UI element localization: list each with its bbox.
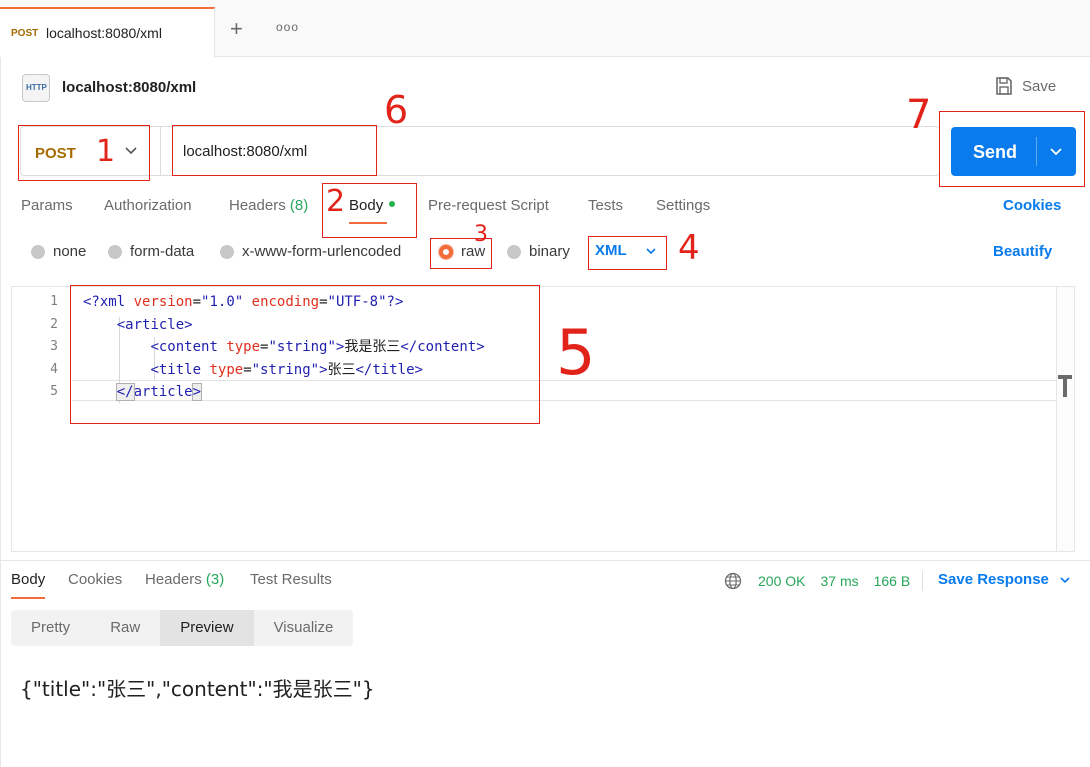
new-tab-icon[interactable]: + [230, 18, 243, 40]
line-number-gutter: 1 2 3 4 5 [12, 291, 58, 404]
editor-scrollbar[interactable] [1056, 287, 1074, 551]
status-separator [922, 571, 924, 591]
save-button[interactable]: Save [994, 76, 1056, 96]
radio-none-label: none [53, 243, 87, 260]
chevron-down-icon [1060, 576, 1070, 583]
beautify-link[interactable]: Beautify [993, 243, 1052, 260]
request-tab[interactable]: POST localhost:8080/xml [0, 7, 215, 58]
body-type-none[interactable]: none [31, 243, 86, 260]
view-mode-raw[interactable]: Raw [90, 610, 160, 646]
body-type-binary[interactable]: binary [507, 243, 570, 260]
http-icon-label: HTTP [26, 83, 47, 92]
headers-count: (8) [289, 197, 309, 214]
url-bar: POST [20, 126, 940, 176]
radio-form-data-label: form-data [130, 243, 195, 260]
status-code[interactable]: 200 OK [758, 573, 805, 589]
annotation-number-1: 1 [96, 134, 116, 169]
response-body-preview: {"title":"张三","content":"我是张三"} [20, 677, 375, 701]
line-number: 5 [50, 384, 58, 400]
line-number: 3 [50, 339, 58, 355]
annotation-box-editor [70, 285, 540, 424]
response-tab-headers[interactable]: Headers (3) [145, 571, 224, 588]
response-tab-cookies[interactable]: Cookies [68, 571, 122, 588]
globe-icon[interactable] [724, 572, 742, 590]
tab-settings[interactable]: Settings [656, 197, 710, 214]
response-time[interactable]: 37 ms [820, 573, 858, 589]
radio-urlencoded[interactable] [220, 244, 234, 259]
tab-strip: POST localhost:8080/xml + ooo [0, 0, 1090, 58]
tab-authorization[interactable]: Authorization [104, 197, 192, 214]
body-type-urlencoded[interactable]: x-www-form-urlencoded [220, 243, 401, 260]
tab-title: localhost:8080/xml [46, 25, 162, 41]
radio-urlencoded-label: x-www-form-urlencoded [242, 243, 402, 260]
response-divider[interactable] [0, 560, 1090, 561]
response-tab-test-results[interactable]: Test Results [250, 571, 332, 588]
radio-form-data[interactable] [108, 244, 122, 259]
save-response-button[interactable]: Save Response [938, 571, 1071, 588]
annotation-number-5: 5 [556, 316, 596, 389]
response-tab-headers-label: Headers [145, 571, 202, 588]
view-mode-visualize[interactable]: Visualize [254, 610, 354, 646]
annotation-number-3: 3 [474, 222, 488, 247]
radio-binary[interactable] [507, 244, 521, 259]
annotation-number-4: 4 [678, 228, 700, 268]
response-headers-count: (3) [205, 571, 225, 588]
body-type-form-data[interactable]: form-data [108, 243, 194, 260]
save-icon [996, 77, 1012, 95]
annotation-number-2: 2 [326, 184, 346, 219]
view-mode-preview[interactable]: Preview [160, 610, 254, 646]
annotation-number-6: 6 [384, 88, 409, 132]
response-status: 200 OK 37 ms 166 B [724, 571, 924, 591]
annotation-number-7: 7 [906, 92, 932, 138]
tab-headers-label: Headers [229, 197, 286, 214]
more-options-icon[interactable]: ooo [276, 20, 299, 34]
annotation-box-language [588, 236, 667, 270]
tab-params[interactable]: Params [21, 197, 73, 214]
save-label: Save [1022, 77, 1057, 95]
tab-headers[interactable]: Headers (8) [229, 197, 308, 214]
left-border [0, 57, 1, 767]
text-cursor-icon [1058, 375, 1072, 397]
cookies-link[interactable]: Cookies [1003, 197, 1061, 214]
response-tab-body[interactable]: Body [11, 571, 46, 599]
line-number: 2 [50, 316, 58, 332]
request-tabs: Params Authorization Headers (8) Body Pr… [0, 197, 1090, 224]
annotation-box-send [939, 111, 1085, 187]
view-mode-switcher: Pretty Raw Preview Visualize [11, 610, 354, 646]
request-name[interactable]: localhost:8080/xml [62, 79, 196, 96]
response-size[interactable]: 166 B [874, 573, 911, 589]
http-request-icon: HTTP [22, 74, 50, 102]
tab-pre-request-script[interactable]: Pre-request Script [428, 197, 549, 214]
line-number: 4 [50, 361, 58, 377]
save-response-label: Save Response [938, 571, 1049, 588]
radio-none[interactable] [31, 244, 45, 259]
view-mode-pretty[interactable]: Pretty [11, 610, 90, 646]
annotation-box-method [18, 125, 150, 181]
tab-tests[interactable]: Tests [588, 197, 623, 214]
line-number: 1 [50, 294, 58, 309]
annotation-box-url [172, 125, 377, 176]
radio-binary-label: binary [529, 243, 570, 260]
tab-method-label: POST [11, 28, 39, 39]
